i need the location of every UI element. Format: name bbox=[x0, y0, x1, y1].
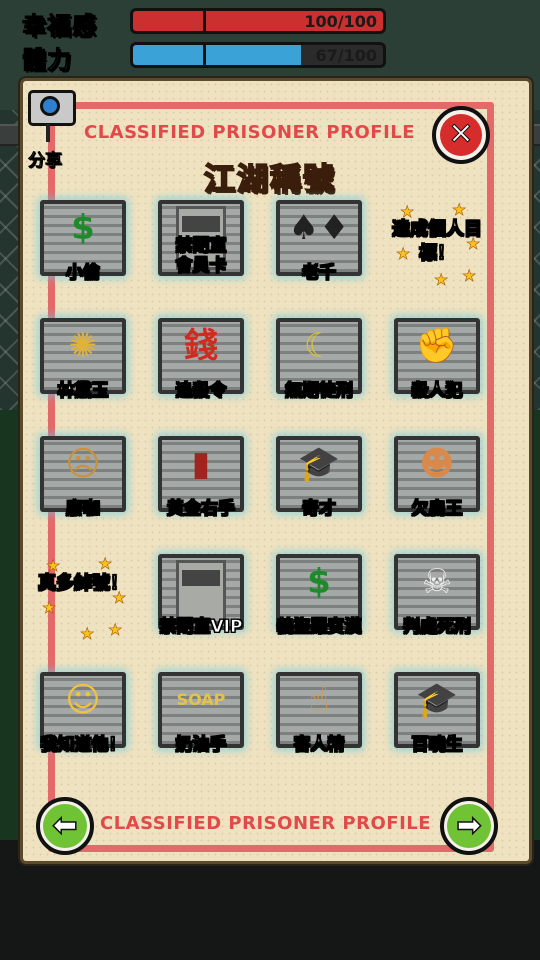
star-icon: ★ bbox=[108, 620, 123, 640]
badge-tile[interactable]: ☻ 欠扁王 bbox=[390, 432, 484, 524]
badge-label: 禁閉室會員卡 bbox=[175, 236, 227, 277]
badge-label: 害人精 bbox=[293, 735, 345, 756]
badge-label: 義盜羅賓漢 bbox=[276, 617, 362, 638]
soap-icon: SOAP bbox=[176, 690, 226, 709]
badge-tile[interactable]: SOAP 奶油手 bbox=[154, 668, 248, 760]
badge-tile[interactable]: $ 義盜羅賓漢 bbox=[272, 550, 366, 642]
badge-label: 小偷 bbox=[66, 263, 101, 284]
badge-tile[interactable]: 禁閉室VIP bbox=[154, 550, 248, 642]
badge-label: 我知道他！ bbox=[40, 735, 126, 756]
star-icon: ★ bbox=[462, 266, 477, 286]
badge-tile[interactable]: 🎓 奇才 bbox=[272, 432, 366, 524]
bandaged-face-icon: ☹ bbox=[65, 444, 101, 484]
badge-label: 百曉生 bbox=[411, 735, 463, 756]
star-icon: ★ bbox=[452, 200, 467, 220]
badge-label: 林黛玉 bbox=[57, 381, 109, 402]
badge-label: 真多綽號！ bbox=[38, 573, 129, 595]
badge-label: 殺人犯 bbox=[411, 381, 463, 402]
badge-tile[interactable]: ☠ 判處死刑 bbox=[390, 550, 484, 642]
share-label: 分享 bbox=[28, 151, 63, 172]
badge-tile[interactable]: 🎓 百曉生 bbox=[390, 668, 484, 760]
badge-tile[interactable]: ✊ 殺人犯 bbox=[390, 314, 484, 406]
badge-label: 無期徒刑 bbox=[285, 381, 354, 402]
magazine-icon: ▮ bbox=[191, 444, 211, 484]
prev-page-button[interactable]: ⬅ bbox=[36, 797, 94, 855]
badge-tile[interactable]: ♠♦ 老千 bbox=[272, 196, 366, 288]
star-icon: ★ bbox=[42, 598, 57, 618]
badge-tile[interactable]: ★ ★ ★ ★ ★ ★ 達成個人目標！ bbox=[390, 196, 484, 290]
money-hand-icon: $ bbox=[307, 562, 331, 602]
badge-tile[interactable]: 禁閉室會員卡 bbox=[154, 196, 248, 288]
stamina-value: 67/100 bbox=[315, 46, 377, 65]
badge-label: 達成個人目標！ bbox=[392, 219, 483, 265]
door-plate bbox=[182, 216, 220, 232]
badge-tile[interactable]: ✺ 林黛玉 bbox=[36, 314, 130, 406]
next-page-button[interactable]: ➡ bbox=[440, 797, 498, 855]
happiness-bar: 100/100 bbox=[130, 8, 386, 34]
share-button[interactable]: 分享 bbox=[24, 84, 76, 172]
badge-label: 奶油手 bbox=[175, 735, 227, 756]
happiness-bar-divider bbox=[203, 11, 206, 31]
stamina-bar: 67/100 bbox=[130, 42, 386, 68]
profile-footer: CLASSIFIED PRISONER PROFILE bbox=[100, 813, 432, 834]
badge-label: 老千 bbox=[302, 263, 337, 284]
badge-tile[interactable]: ☝ 害人精 bbox=[272, 668, 366, 760]
badge-label: 追殺令 bbox=[175, 381, 227, 402]
tripod-icon bbox=[46, 124, 50, 142]
close-button[interactable]: ✕ bbox=[432, 106, 490, 164]
badge-label: 黃金右手 bbox=[167, 499, 236, 520]
badge-tile[interactable]: 錢追殺令 bbox=[154, 314, 248, 406]
badge-tile[interactable]: ☺ 我知道他！ bbox=[36, 668, 130, 760]
stamina-bar-fill bbox=[133, 45, 301, 65]
pointing-fist-icon: ☝ bbox=[308, 680, 330, 720]
profile-header: CLASSIFIED PRISONER PROFILE bbox=[84, 122, 416, 143]
money-hand-icon: $ bbox=[71, 208, 95, 248]
knife-fist-icon: ✊ bbox=[415, 326, 459, 366]
badge-label: 判處死刑 bbox=[403, 617, 472, 638]
grad-cap-icon: 🎓 bbox=[297, 444, 341, 484]
camera-icon bbox=[28, 90, 76, 126]
close-icon: ✕ bbox=[440, 114, 482, 156]
stamina-bar-divider bbox=[203, 45, 206, 65]
old-man-icon: ☻ bbox=[419, 444, 455, 484]
popcorn-icon: ✺ bbox=[68, 326, 98, 366]
badge-tile[interactable]: ★ ★ ★ ★ ★ ★ 真多綽號！ bbox=[36, 550, 130, 644]
door-plate bbox=[182, 570, 220, 586]
arrow-right-icon: ➡ bbox=[447, 804, 491, 848]
arrow-left-icon: ⬅ bbox=[43, 804, 87, 848]
cards-hand-icon: ♠♦ bbox=[288, 208, 350, 248]
cell-bars-icon: ☾ bbox=[303, 326, 335, 366]
star-icon: ★ bbox=[80, 624, 95, 644]
badge-tile[interactable]: ☾ 無期徒刑 bbox=[272, 314, 366, 406]
grad-cap-icon: 🎓 bbox=[415, 680, 459, 720]
badge-tile[interactable]: ▮ 黃金右手 bbox=[154, 432, 248, 524]
star-icon: ★ bbox=[98, 554, 113, 574]
star-icon: ★ bbox=[434, 270, 449, 290]
stamina-label: 體力 bbox=[22, 46, 72, 75]
skull-prisoner-icon: ☠ bbox=[421, 562, 453, 602]
badge-label: 禁閉室VIP bbox=[159, 617, 243, 638]
happiness-label: 幸福感 bbox=[22, 12, 97, 41]
badge-tile[interactable]: ☹ 廢咖 bbox=[36, 432, 130, 524]
happiness-value: 100/100 bbox=[304, 12, 377, 31]
coin-seal-icon: 錢 bbox=[184, 326, 218, 366]
badge-tile[interactable]: $ 小偷 bbox=[36, 196, 130, 288]
badge-grid: $ 小偷 禁閉室會員卡 ♠♦ 老千 ★ ★ ★ ★ ★ ★ 達成個人目標！ ✺ 林黛玉錢追殺令 ☾ 無期徒刑 ✊… bbox=[36, 196, 504, 776]
badge-label: 奇才 bbox=[302, 499, 337, 520]
blonde-girl-icon: ☺ bbox=[65, 680, 101, 720]
badge-label: 欠扁王 bbox=[411, 499, 463, 520]
badge-label: 廢咖 bbox=[66, 499, 101, 520]
